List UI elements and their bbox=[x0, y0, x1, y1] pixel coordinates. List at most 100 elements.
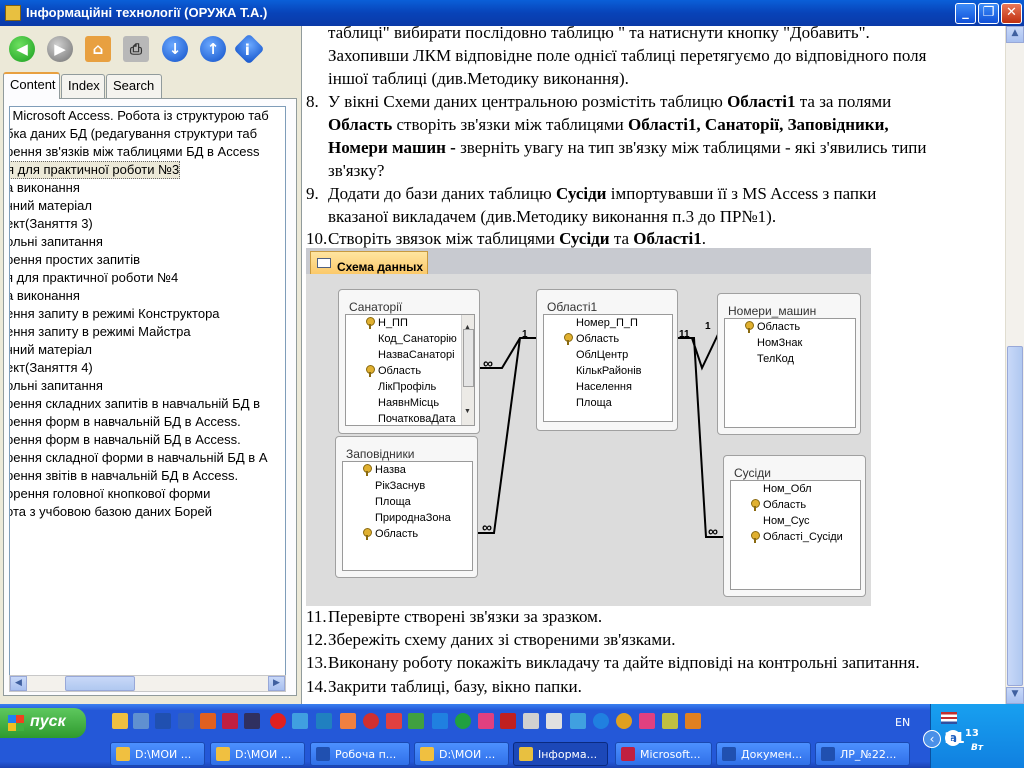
chrome-icon[interactable] bbox=[616, 713, 632, 729]
field-list[interactable]: Номер_П_П Область ОблЦентр КількРайонів … bbox=[543, 314, 673, 422]
toc-horizontal-scrollbar[interactable]: ◀ ▶ bbox=[9, 675, 286, 692]
app-icon[interactable] bbox=[200, 713, 216, 729]
photoshop-icon[interactable] bbox=[244, 713, 260, 729]
toc-item[interactable]: ення запиту в режимі Майстра bbox=[10, 323, 285, 341]
task-button[interactable]: Microsoft... bbox=[615, 742, 712, 766]
close-button[interactable]: ✕ bbox=[1001, 3, 1022, 24]
app-icon[interactable] bbox=[639, 713, 655, 729]
toc-item[interactable]: l Microsoft Access. Робота із структурою… bbox=[10, 107, 285, 125]
table-susidy[interactable]: Сусіди Ном_Обл Область Ном_Сус Області_С… bbox=[723, 455, 866, 597]
toc-item-selected[interactable]: я для практичної роботи №3 bbox=[10, 161, 181, 179]
maximize-button[interactable]: ❐ bbox=[978, 3, 999, 24]
scroll-thumb[interactable] bbox=[65, 676, 135, 691]
minimize-button[interactable]: _ bbox=[955, 3, 976, 24]
home-icon[interactable]: ⌂ bbox=[85, 36, 111, 62]
task-button[interactable]: D:\МОИ ... bbox=[110, 742, 205, 766]
task-button[interactable]: ЛР_№22... bbox=[815, 742, 910, 766]
field-list[interactable]: Область НомЗнак ТелКод bbox=[724, 318, 856, 428]
up-icon[interactable]: ↑ bbox=[200, 36, 226, 62]
table-sanatorii[interactable]: Санаторії Н_ПП Код_Санаторію НазваСанато… bbox=[338, 289, 480, 434]
toc-item[interactable]: я для практичної роботи №4 bbox=[10, 269, 285, 287]
toc-item[interactable]: ення запиту в режимі Конструктора bbox=[10, 305, 285, 323]
field-list-scrollbar[interactable]: ▲ ▼ bbox=[461, 315, 474, 425]
back-icon[interactable]: ◀ bbox=[9, 36, 35, 62]
access-icon[interactable] bbox=[222, 713, 238, 729]
scroll-up-icon[interactable]: ▲ bbox=[1006, 26, 1024, 43]
task-button[interactable]: D:\МОИ ... bbox=[414, 742, 509, 766]
app-icon[interactable] bbox=[500, 713, 516, 729]
toc-item[interactable]: орення головної кнопкової форми bbox=[10, 485, 285, 503]
app-icon[interactable] bbox=[455, 713, 471, 729]
tab-search[interactable]: Search bbox=[106, 74, 162, 98]
app-icon[interactable] bbox=[386, 713, 402, 729]
toc-item[interactable]: рення складної форми в навчальній БД в А bbox=[10, 449, 285, 467]
app-icon[interactable] bbox=[685, 713, 701, 729]
toc-item[interactable]: рення форм в навчальній БД в Access. bbox=[10, 431, 285, 449]
step-14: 14.Закрити таблиці, базу, вікно папки. bbox=[306, 677, 582, 696]
app-icon[interactable] bbox=[523, 713, 539, 729]
task-button[interactable]: Докумен... bbox=[716, 742, 811, 766]
table-oblasti1[interactable]: Області1 Номер_П_П Область ОблЦентр Кіль… bbox=[536, 289, 678, 431]
toc-item[interactable]: бка даних БД (редагування структури таб bbox=[10, 125, 285, 143]
toc-item[interactable]: чний матеріал bbox=[10, 197, 285, 215]
toc-item[interactable]: ект(Заняття 3) bbox=[10, 215, 285, 233]
task-button-active[interactable]: Інформа... bbox=[513, 742, 608, 766]
field-list[interactable]: Назва РікЗаснув Площа ПрироднаЗона Облас… bbox=[342, 461, 473, 571]
app-icon[interactable] bbox=[408, 713, 424, 729]
word-doc-icon[interactable] bbox=[178, 713, 194, 729]
toc-item[interactable]: рення простих запитів bbox=[10, 251, 285, 269]
start-button[interactable]: пуск bbox=[0, 708, 86, 738]
print-icon[interactable]: ⎙ bbox=[123, 36, 149, 62]
field: НаявнМісць bbox=[378, 397, 440, 409]
app-icon[interactable] bbox=[432, 713, 448, 729]
table-nomery-mashyn[interactable]: Номери_машин Область НомЗнак ТелКод bbox=[717, 293, 861, 435]
toc-item[interactable]: рення зв'язків між таблицями БД в Access bbox=[10, 143, 285, 161]
language-indicator[interactable]: EN bbox=[895, 716, 910, 729]
desktop-icon[interactable] bbox=[133, 713, 149, 729]
field-list[interactable]: Ном_Обл Область Ном_Сус Області_Сусіди bbox=[730, 480, 861, 590]
scroll-thumb[interactable] bbox=[1007, 346, 1023, 686]
task-button[interactable]: Робоча п... bbox=[310, 742, 410, 766]
app-icon[interactable] bbox=[316, 713, 332, 729]
toc-tree[interactable]: l Microsoft Access. Робота із структурою… bbox=[9, 106, 286, 676]
toc-item[interactable]: а виконання bbox=[10, 179, 285, 197]
toc-item[interactable]: рення форм в навчальній БД в Access. bbox=[10, 413, 285, 431]
scroll-right-icon[interactable]: ▶ bbox=[268, 676, 285, 691]
toc-item[interactable]: рення звітів в навчальній БД в Access. bbox=[10, 467, 285, 485]
task-button[interactable]: D:\МОИ ... bbox=[210, 742, 305, 766]
app-icon[interactable] bbox=[340, 713, 356, 729]
scroll-down-icon[interactable]: ▼ bbox=[1006, 687, 1024, 704]
info-icon[interactable]: i bbox=[233, 33, 265, 65]
field: Області_Сусіди bbox=[731, 529, 860, 545]
app-icon[interactable] bbox=[593, 713, 609, 729]
content-vertical-scrollbar[interactable]: ▲ ▼ bbox=[1005, 26, 1024, 704]
toc-item[interactable]: рення складних запитів в навчальній БД в bbox=[10, 395, 285, 413]
app-icon[interactable] bbox=[570, 713, 586, 729]
down-icon[interactable]: ↓ bbox=[162, 36, 188, 62]
opera-icon[interactable] bbox=[270, 713, 286, 729]
toc-item[interactable]: а виконання bbox=[10, 287, 285, 305]
app-icon[interactable] bbox=[546, 713, 562, 729]
rel-many-label: ∞ bbox=[483, 355, 493, 371]
toc-item[interactable]: ота з учбовою базою даних Борей bbox=[10, 503, 285, 521]
flag-icon[interactable] bbox=[941, 712, 957, 724]
word-icon[interactable] bbox=[155, 713, 171, 729]
tab-index[interactable]: Index bbox=[61, 74, 105, 98]
tab-content[interactable]: Content bbox=[3, 72, 60, 99]
table-zapovidnyky[interactable]: Заповідники Назва РікЗаснув Площа Природ… bbox=[335, 436, 478, 578]
toc-item[interactable]: чний матеріал bbox=[10, 341, 285, 359]
toc-item[interactable]: ольні запитання bbox=[10, 233, 285, 251]
app-icon[interactable] bbox=[292, 713, 308, 729]
app-icon[interactable] bbox=[662, 713, 678, 729]
toc-item[interactable]: ольні запитання bbox=[10, 377, 285, 395]
title-bar[interactable]: Інформаційні технології (ОРУЖА Т.А.) _ ❐… bbox=[0, 0, 1024, 26]
clock[interactable]: 1113 Вт bbox=[944, 728, 983, 753]
expand-tray-icon[interactable]: ‹ bbox=[923, 730, 941, 748]
forward-icon[interactable]: ▶ bbox=[47, 36, 73, 62]
field-list[interactable]: Н_ПП Код_Санаторію НазваСанаторі Область… bbox=[345, 314, 475, 426]
scroll-left-icon[interactable]: ◀ bbox=[10, 676, 27, 691]
app-icon[interactable] bbox=[363, 713, 379, 729]
app-icon[interactable] bbox=[478, 713, 494, 729]
toc-item[interactable]: ект(Заняття 4) bbox=[10, 359, 285, 377]
folder-icon[interactable] bbox=[112, 713, 128, 729]
